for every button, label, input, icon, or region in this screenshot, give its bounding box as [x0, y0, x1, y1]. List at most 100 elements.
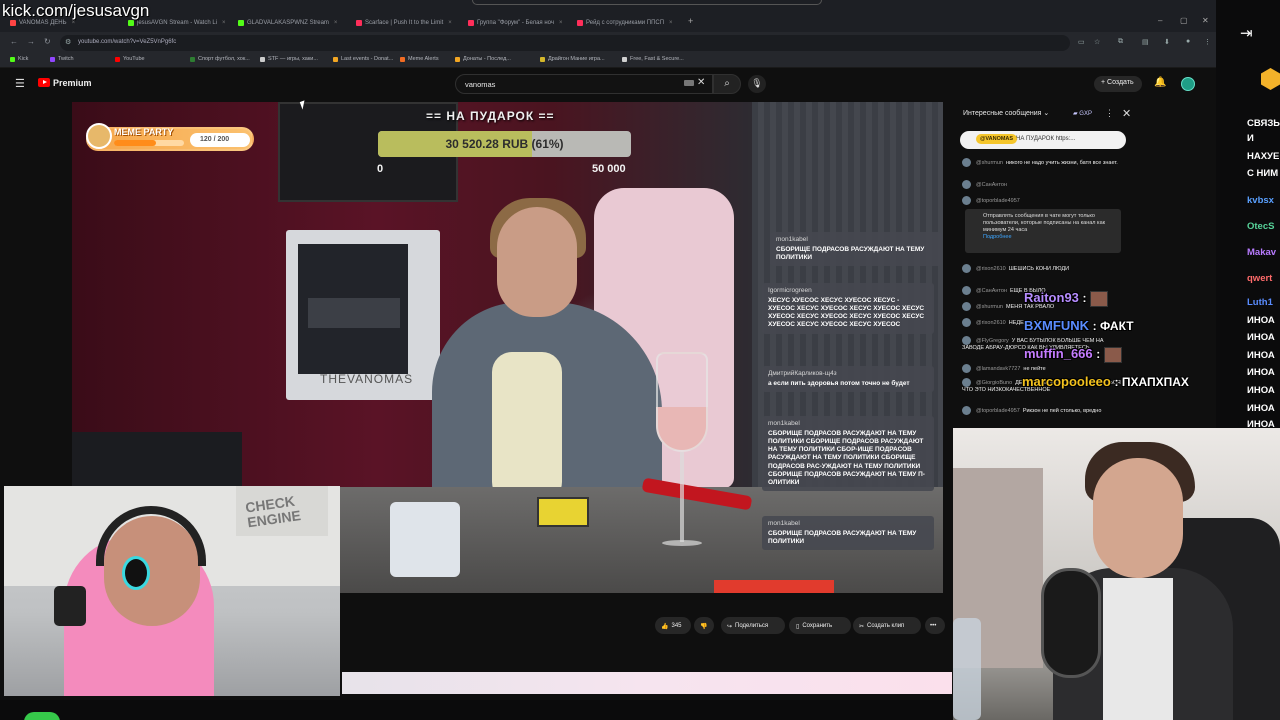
bookmark-item[interactable]: Twitch	[50, 56, 74, 62]
tab-favicon-icon	[577, 20, 583, 26]
kick-chat-line: Makav	[1247, 247, 1277, 258]
streamer-chat-msg: : ФАКТ	[1092, 319, 1134, 333]
kick-chat-line: kvbsx	[1247, 195, 1274, 206]
downloads-icon[interactable]: ⬇	[1164, 38, 1170, 46]
bookmark-item[interactable]: YouTube	[115, 56, 145, 62]
url-field[interactable]: youtube.com/watch?v=VeZ5VnPg6fc	[60, 35, 1070, 51]
notifications-bell-icon[interactable]: 🔔	[1154, 77, 1166, 88]
collapse-chat-icon[interactable]: ⇥	[1240, 24, 1253, 42]
kick-chat-line: ИНОА	[1247, 315, 1275, 326]
streamer-chat-line: BXMFUNK : ФАКТ	[1024, 318, 1134, 333]
bookmark-favicon-icon	[455, 56, 460, 62]
keyboard-icon[interactable]	[684, 80, 694, 86]
pinned-text: НА ПУДАРОК https:...	[1016, 136, 1076, 142]
tab-favicon-icon	[468, 20, 474, 26]
bookmark-item[interactable]: Meme Alerts	[400, 56, 439, 62]
streamer-chat-msg: :	[1096, 347, 1101, 361]
youtube-premium-logo[interactable]: Premium	[53, 78, 92, 88]
bookmark-star-icon[interactable]: ☆	[1094, 38, 1100, 46]
chat-avatar	[962, 286, 971, 295]
streamer-chat-msg: :	[1082, 291, 1087, 305]
reload-icon[interactable]: ↻	[44, 37, 51, 46]
tab-label: Группа "Форум" - Белая ноч	[477, 20, 554, 26]
kick-chat-line: ИНОА	[1247, 350, 1275, 361]
chat-avatar	[962, 196, 971, 205]
search-input[interactable]: vanomas	[455, 74, 713, 94]
extensions-icon[interactable]: ⧉	[1118, 38, 1123, 46]
bookmark-item[interactable]: STF — игры, хаки...	[260, 56, 318, 62]
bookmark-item[interactable]: Драйгон Мание игра...	[540, 56, 605, 62]
cast-icon[interactable]: ▭	[1078, 38, 1085, 46]
bookmark-item[interactable]: Kick	[10, 56, 28, 62]
tab-close-icon[interactable]: ×	[448, 20, 452, 26]
like-group: 👍 345	[661, 618, 682, 634]
browser-tab[interactable]: Группа "Форум" - Белая ноч ×	[468, 16, 568, 30]
back-icon[interactable]: ←	[10, 37, 18, 46]
chat-text: не пейте	[1023, 365, 1046, 372]
kick-chat-line: OtecS	[1247, 221, 1275, 232]
clip-group: ✂ Создать клип	[859, 618, 904, 634]
profile-icon[interactable]: ●	[1186, 38, 1190, 45]
site-info-icon[interactable]: ⚙	[65, 38, 71, 46]
share-label: Поделиться	[735, 623, 769, 629]
chat-username: @FlyGregory	[976, 337, 1009, 344]
pc-label: THEVANOMAS	[320, 372, 414, 386]
live-chat-filter[interactable]: Интересные сообщения ⌄	[963, 109, 1049, 117]
chat-close-icon[interactable]: ✕	[1122, 107, 1131, 120]
browser-tab[interactable]: GLADVALAKASPWNZ Stream ×	[238, 16, 338, 30]
wine-glass	[652, 352, 712, 552]
dislike-group: 👎	[700, 618, 707, 634]
description-box[interactable]	[342, 672, 952, 694]
notice-link[interactable]: Подробнее	[983, 234, 1012, 240]
chat-menu-icon[interactable]: ⋮	[1105, 108, 1114, 119]
youtube-logo-icon[interactable]	[38, 78, 50, 87]
tab-close-icon[interactable]: ×	[334, 20, 338, 26]
tab-close-icon[interactable]: ×	[222, 20, 226, 26]
bookmark-favicon-icon	[190, 56, 195, 62]
kick-green-badge	[24, 712, 60, 720]
video-chat-text: а если пить здоровья потом точно не буде…	[768, 380, 910, 387]
share-icon: ↪	[727, 623, 733, 630]
chat-username: @rixon2610	[976, 319, 1006, 326]
sidebar-icon[interactable]: ▤	[1142, 38, 1149, 46]
bookmark-item[interactable]: Last events - Donat...	[333, 56, 393, 62]
tab-label: Scarface | Push It to the Limit	[365, 20, 444, 26]
yellow-box	[537, 497, 589, 527]
bookmark-favicon-icon	[622, 56, 627, 62]
toy-machine	[390, 502, 460, 577]
create-button[interactable]: + Создать	[1094, 76, 1142, 92]
chat-username: @shurmun	[976, 159, 1003, 166]
clear-search-icon[interactable]: ✕	[697, 77, 705, 88]
maximize-button[interactable]: ▢	[1180, 16, 1188, 25]
bookmark-item[interactable]: Донаты - Послед...	[455, 56, 511, 62]
video-chat-message: ДмитрийКарликов-щ4з а если пить здоровья…	[762, 366, 934, 393]
chat-message: @shurmun никого не надо учить жизни, батя…	[962, 158, 1122, 167]
voice-search-button[interactable]: 🎙	[748, 75, 766, 93]
browser-menu-icon[interactable]: ⋮	[1204, 38, 1211, 46]
tab-close-icon[interactable]: ×	[669, 20, 673, 26]
new-tab-button[interactable]: +	[688, 16, 693, 26]
forward-icon[interactable]: →	[27, 37, 35, 46]
tab-close-icon[interactable]: ×	[559, 20, 563, 26]
bookmark-favicon-icon	[50, 56, 55, 62]
browser-tab[interactable]: Рейд с сотрудниками ППСП ×	[577, 16, 677, 30]
chat-username: @toporblade4957	[976, 197, 1020, 204]
bookmark-favicon-icon	[540, 56, 545, 62]
search-button[interactable]: ⌕	[713, 74, 741, 94]
thumbs-up-icon: 👍	[661, 623, 669, 630]
chat-avatar	[962, 158, 971, 167]
video-chat-user: mon1kabel	[768, 520, 800, 527]
chat-message: @rixon2610 ШЕШИСЬ КОНИ ЛЮДИ	[962, 264, 1122, 273]
close-window-button[interactable]: ✕	[1202, 16, 1209, 25]
bookmark-favicon-icon	[115, 56, 120, 62]
host-shirt	[492, 352, 562, 502]
kick-chat-line: ИНОА	[1247, 332, 1275, 343]
minimize-button[interactable]: –	[1158, 16, 1162, 25]
chat-avatar	[962, 336, 971, 345]
browser-tab[interactable]: Scarface | Push It to the Limit ×	[356, 16, 456, 30]
hamburger-menu-icon[interactable]: ☰	[15, 77, 25, 90]
account-avatar[interactable]	[1181, 77, 1195, 91]
bookmark-item[interactable]: Спорт футбол, хок...	[190, 56, 250, 62]
bookmark-item[interactable]: Free, Fast & Secure...	[622, 56, 684, 62]
gxp-badge[interactable]: ▰ GXP	[1073, 110, 1092, 117]
